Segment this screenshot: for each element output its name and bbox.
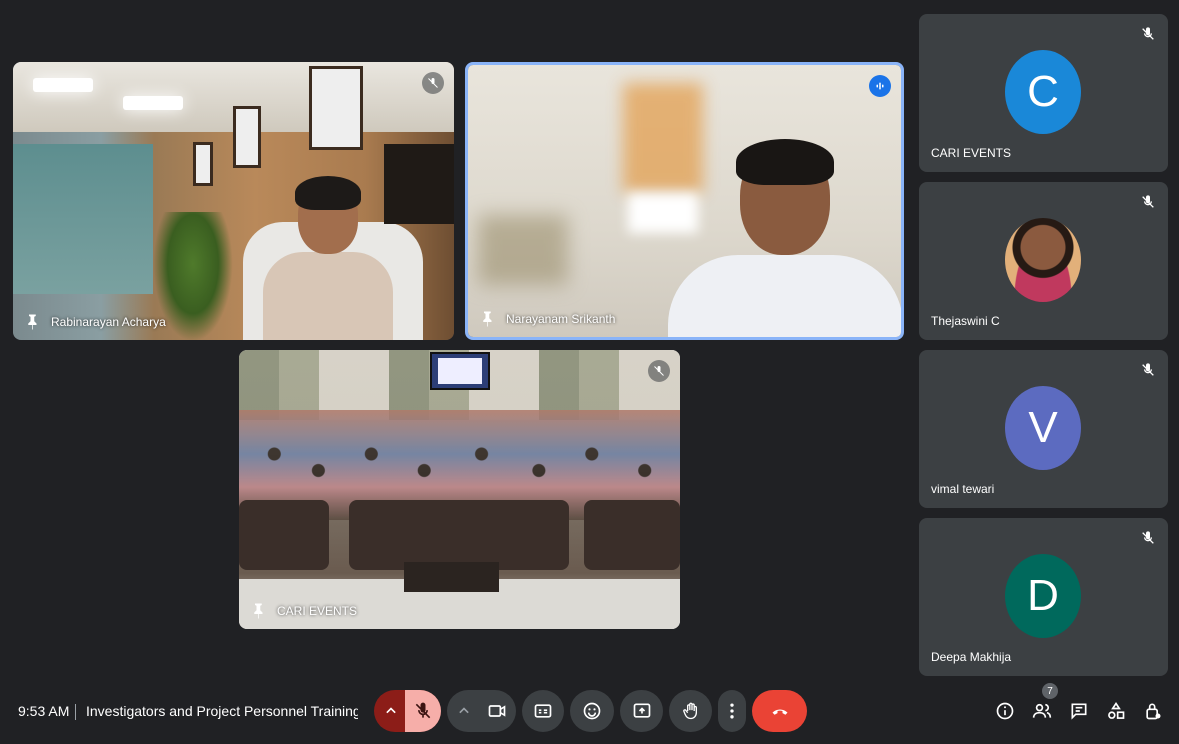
mic-off-icon [1142, 27, 1154, 40]
divider [75, 704, 76, 720]
raise-hand-icon [682, 702, 697, 720]
pin-icon[interactable] [249, 602, 267, 620]
more-vert-icon [730, 703, 734, 719]
mic-control-group [374, 690, 441, 732]
mic-off-icon [648, 360, 670, 382]
participant-name: Narayanam Srikanth [506, 312, 616, 326]
avatar: V [1005, 386, 1081, 470]
video-feed [239, 350, 680, 629]
meeting-title: Investigators and Project Personnel Trai… [86, 703, 358, 719]
participant-name: Deepa Makhija [931, 650, 1012, 664]
call-end-icon [772, 709, 787, 715]
mic-off-icon [422, 72, 444, 94]
participant-name: Rabinarayan Acharya [51, 315, 166, 329]
current-time: 9:53 AM [18, 703, 70, 719]
participant-card-deepa[interactable]: D Deepa Makhija [919, 518, 1168, 676]
camera-icon [488, 705, 506, 717]
pin-icon[interactable] [478, 310, 496, 328]
participant-name: vimal tewari [931, 482, 995, 496]
host-controls-icon [1146, 703, 1161, 720]
raise-hand-button[interactable] [669, 690, 712, 732]
participant-name: Thejaswini C [931, 314, 1000, 328]
mic-off-icon [1142, 531, 1154, 544]
emoji-icon [583, 702, 601, 720]
captions-button[interactable] [522, 690, 564, 732]
video-tile-narayanam[interactable]: Narayanam Srikanth [465, 62, 904, 340]
mic-off-icon [415, 702, 431, 719]
participant-card-thejaswini[interactable]: Thejaswini C [919, 182, 1168, 340]
camera-control-group [447, 690, 516, 732]
more-options-button[interactable] [718, 690, 746, 732]
people-button[interactable] [1030, 699, 1054, 723]
camera-toggle-button[interactable] [478, 690, 516, 732]
video-feed [13, 62, 454, 340]
present-icon [633, 703, 650, 718]
info-icon [996, 702, 1014, 720]
meeting-details-button[interactable] [993, 699, 1017, 723]
reactions-button[interactable] [570, 690, 614, 732]
participant-name: CARI EVENTS [277, 604, 358, 618]
mic-toggle-button[interactable] [405, 690, 441, 732]
chat-button[interactable] [1067, 699, 1091, 723]
activities-button[interactable] [1104, 699, 1128, 723]
leave-call-button[interactable] [752, 690, 807, 732]
avatar: C [1005, 50, 1081, 134]
activities-icon [1108, 701, 1125, 719]
chat-icon [1071, 703, 1087, 720]
audio-options-chevron-icon[interactable] [374, 690, 408, 732]
mic-off-icon [1142, 195, 1154, 208]
mic-off-icon [1142, 363, 1154, 376]
people-icon [1032, 703, 1052, 718]
captions-icon [534, 704, 552, 718]
avatar-photo [1005, 218, 1081, 302]
meeting-controls-bar: 9:53 AM Investigators and Project Person… [0, 680, 1179, 744]
pin-icon[interactable] [23, 313, 41, 331]
speaking-icon [869, 75, 891, 97]
participant-name: CARI EVENTS [931, 146, 1012, 160]
participant-card-cari-events[interactable]: C CARI EVENTS [919, 14, 1168, 172]
present-screen-button[interactable] [620, 690, 663, 732]
video-tile-cari-events[interactable]: CARI EVENTS [239, 350, 680, 629]
host-controls-button[interactable] [1141, 699, 1165, 723]
people-count-badge: 7 [1042, 683, 1058, 699]
video-options-chevron-icon[interactable] [447, 690, 481, 732]
video-tile-rabinarayan[interactable]: Rabinarayan Acharya [13, 62, 454, 340]
avatar: D [1005, 554, 1081, 638]
video-feed [468, 65, 901, 337]
participant-card-vimal[interactable]: V vimal tewari [919, 350, 1168, 508]
